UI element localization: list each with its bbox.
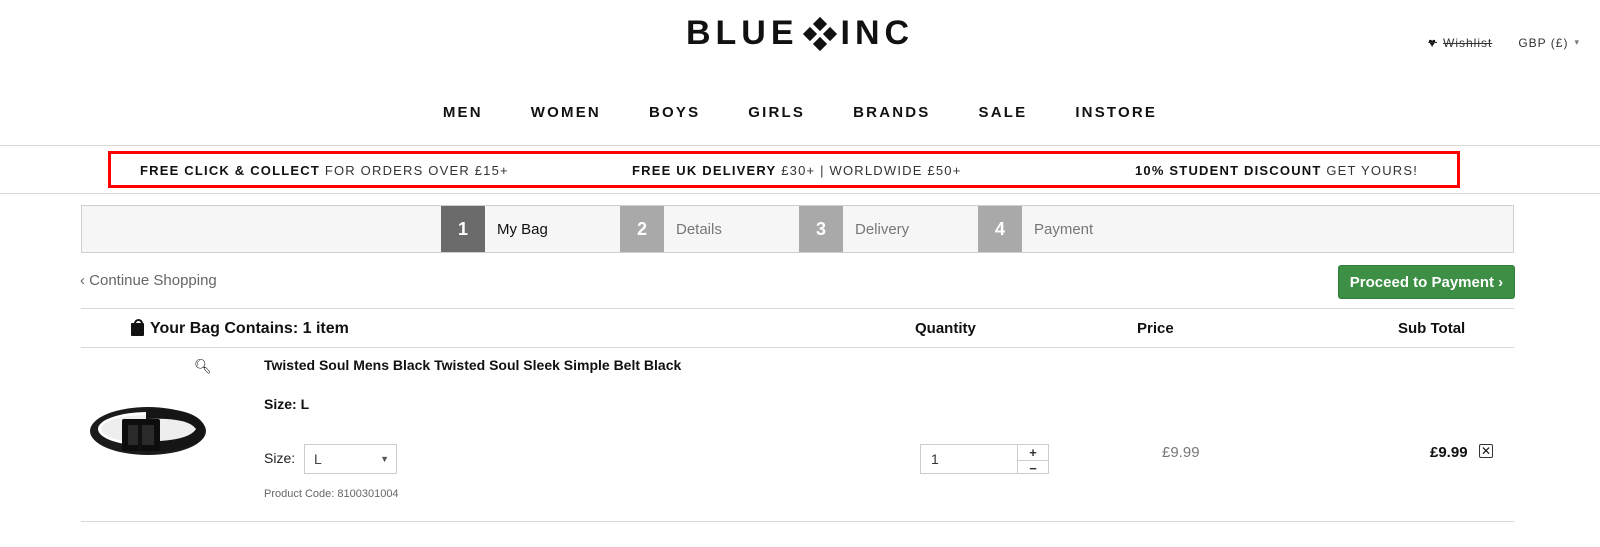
promo-click-collect-light: FOR ORDERS OVER £15+ <box>324 163 509 178</box>
promo-click-collect-bold: FREE CLICK & COLLECT <box>140 163 320 178</box>
continue-shopping-link[interactable]: ‹ Continue Shopping <box>80 272 217 289</box>
step-number: 2 <box>620 206 664 252</box>
logo-diamond-icon <box>802 16 837 51</box>
product-size-text: Size: L <box>264 396 310 412</box>
promo-delivery[interactable]: FREE UK DELIVERY £30+ | WORLDWIDE £50+ <box>632 163 962 178</box>
step-number: 4 <box>978 206 1022 252</box>
promo-delivery-light: £30+ | WORLDWIDE £50+ <box>781 163 962 178</box>
nav-item-instore[interactable]: INSTORE <box>1075 104 1157 121</box>
quantity-input[interactable] <box>921 445 1018 473</box>
logo-text-left: BLUE <box>685 14 799 52</box>
item-subtotal: £9.99 <box>1430 444 1468 461</box>
heart-icon: ♥ <box>1428 35 1437 50</box>
shopping-bag-icon <box>131 318 144 336</box>
column-header-subtotal: Sub Total <box>1398 320 1466 337</box>
nav-item-brands[interactable]: BRANDS <box>853 104 930 121</box>
proceed-to-payment-button[interactable]: Proceed to Payment › <box>1338 265 1515 299</box>
step-number: 1 <box>441 206 485 252</box>
promo-student[interactable]: 10% STUDENT DISCOUNT GET YOURS! <box>1135 163 1418 178</box>
bag-title: Your Bag Contains: 1 item <box>131 318 349 338</box>
nav-item-boys[interactable]: BOYS <box>649 104 700 121</box>
step-label: Payment <box>1034 220 1094 238</box>
currency-label: GBP (£) <box>1518 35 1569 50</box>
zoom-icon[interactable]: 🔍︎ <box>194 358 212 375</box>
nav-item-men[interactable]: MEN <box>443 104 483 121</box>
promo-delivery-bold: FREE UK DELIVERY <box>632 163 777 178</box>
size-select[interactable]: L ▼ <box>304 444 397 474</box>
product-image-belt[interactable] <box>86 357 216 495</box>
size-label: Size: <box>264 450 296 466</box>
currency-selector[interactable]: GBP (£) ▾ <box>1518 36 1580 50</box>
quantity-buttons: + − <box>1018 445 1048 476</box>
product-name[interactable]: Twisted Soul Mens Black Twisted Soul Sle… <box>264 357 684 374</box>
step-label: My Bag <box>497 220 548 238</box>
main-nav: MEN WOMEN BOYS GIRLS BRANDS SALE INSTORE <box>0 104 1600 121</box>
size-selected-value: L <box>314 451 322 467</box>
nav-item-women[interactable]: WOMEN <box>531 104 601 121</box>
divider <box>81 521 1514 522</box>
step-details[interactable]: 2 Details <box>620 206 722 252</box>
divider <box>0 145 1600 146</box>
divider <box>81 347 1514 348</box>
wishlist-label: Wishlist <box>1443 35 1493 50</box>
nav-item-sale[interactable]: SALE <box>979 104 1028 121</box>
quantity-increase-button[interactable]: + <box>1018 445 1048 461</box>
utility-bar: ♥ Wishlist GBP (£) ▾ <box>1428 35 1580 50</box>
step-delivery[interactable]: 3 Delivery <box>799 206 909 252</box>
column-header-price: Price <box>1137 320 1174 337</box>
bag-title-text: Your Bag Contains: 1 item <box>150 320 349 337</box>
divider <box>81 308 1514 309</box>
brand-logo[interactable]: BLUE INC <box>0 14 1600 53</box>
logo-text-right: INC <box>840 14 915 52</box>
chevron-down-icon: ▼ <box>380 454 389 464</box>
product-code: Product Code: 8100301004 <box>264 488 399 500</box>
remove-item-icon[interactable]: ✕ <box>1479 444 1493 458</box>
quantity-stepper: + − <box>920 444 1049 476</box>
item-price: £9.99 <box>1162 444 1200 461</box>
promo-student-light: GET YOURS! <box>1326 163 1419 178</box>
step-payment[interactable]: 4 Payment <box>978 206 1093 252</box>
column-header-quantity: Quantity <box>915 320 976 337</box>
step-label: Details <box>676 220 722 238</box>
step-number: 3 <box>799 206 843 252</box>
wishlist-link[interactable]: ♥ Wishlist <box>1428 35 1492 50</box>
promo-click-collect[interactable]: FREE CLICK & COLLECT FOR ORDERS OVER £15… <box>140 163 509 178</box>
divider <box>0 193 1600 194</box>
quantity-decrease-button[interactable]: − <box>1018 461 1048 476</box>
nav-item-girls[interactable]: GIRLS <box>748 104 805 121</box>
chevron-down-icon: ▾ <box>1574 37 1580 47</box>
checkout-steps: 1 My Bag 2 Details 3 Delivery 4 Payment <box>81 205 1514 253</box>
step-my-bag[interactable]: 1 My Bag <box>441 206 548 252</box>
step-label: Delivery <box>855 220 910 238</box>
promo-student-bold: 10% STUDENT DISCOUNT <box>1135 163 1322 178</box>
